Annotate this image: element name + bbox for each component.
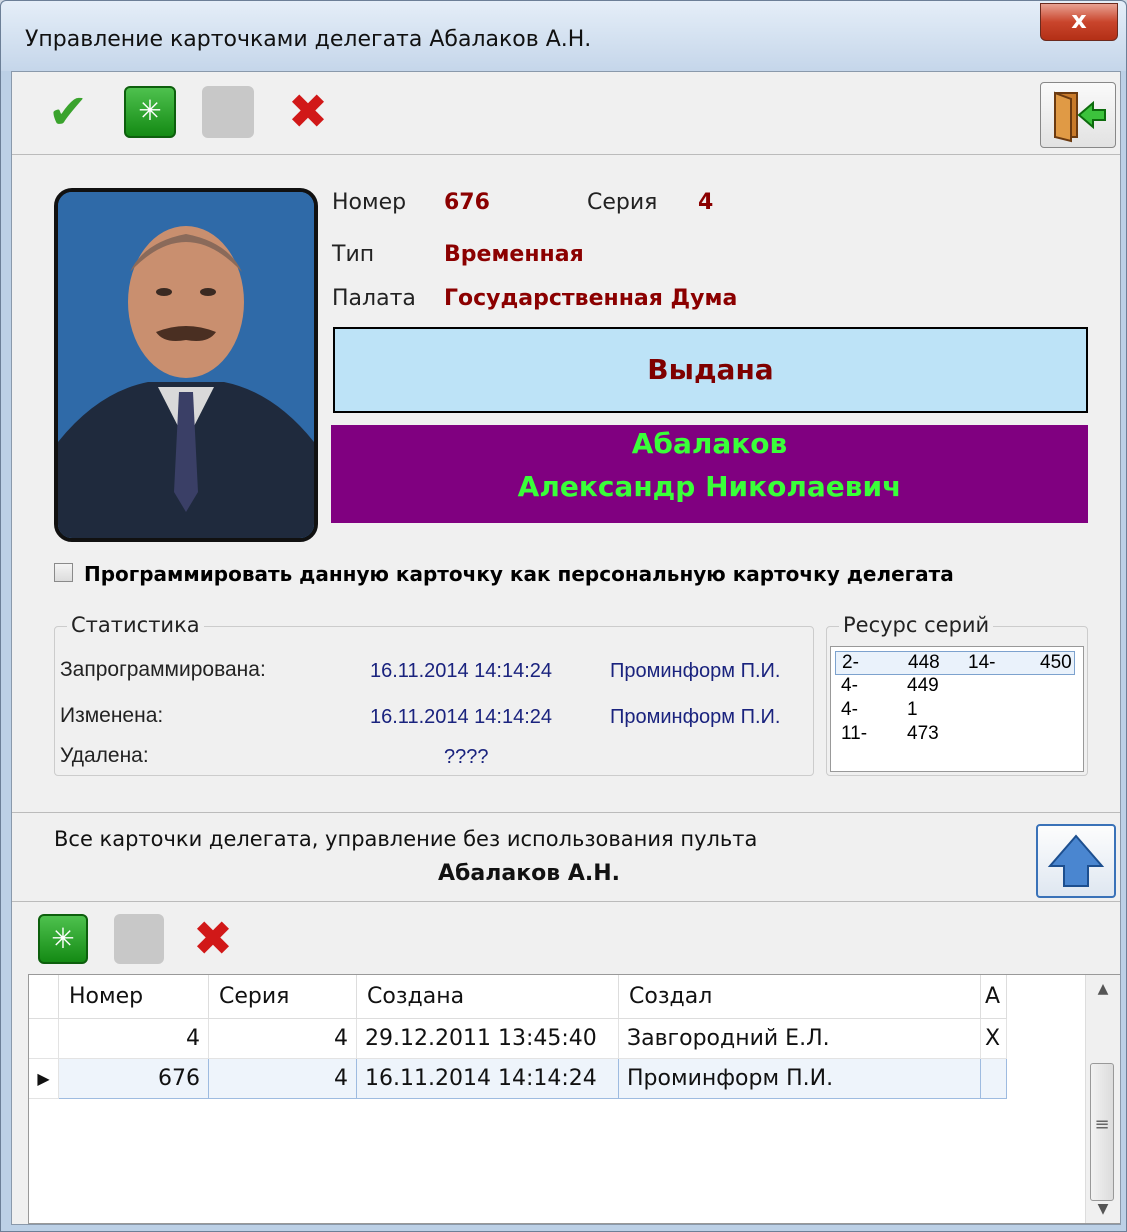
chamber-label: Палата — [332, 286, 416, 311]
arrow-up-icon — [1047, 834, 1105, 887]
col-header-creator[interactable]: Создал — [619, 975, 981, 1019]
series-count: 1 — [907, 699, 918, 720]
col-header-a[interactable]: A — [981, 975, 1007, 1019]
series-count: 473 — [907, 723, 939, 744]
stat-changed-label: Изменена: — [60, 704, 164, 727]
series-label: Серия — [587, 190, 658, 215]
col-header-series[interactable]: Серия — [209, 975, 357, 1019]
cell-created[interactable]: 29.12.2011 13:45:40 — [357, 1019, 619, 1059]
series-count-2: 450 — [1040, 652, 1072, 673]
row-selector[interactable] — [29, 1019, 59, 1059]
title-bar[interactable]: Управление карточками делегата Абалаков … — [1, 1, 1126, 71]
statistics-group: Статистика — [54, 613, 814, 776]
exit-button[interactable] — [1040, 82, 1116, 148]
statistics-title: Статистика — [67, 613, 204, 637]
series-count: 449 — [907, 675, 939, 696]
cell-number[interactable]: 4 — [59, 1019, 209, 1059]
row-header-corner — [29, 975, 59, 1019]
type-label: Тип — [332, 242, 375, 267]
client-area: ✔ ✳ ✖ Номер 676 Серия 4 Тип Временная Па… — [11, 71, 1121, 1225]
cell-number[interactable]: 676 — [59, 1059, 209, 1099]
series-resource-item[interactable]: 11- 473 — [835, 723, 1075, 747]
all-cards-delegate: Абалаков А.Н. — [438, 861, 620, 886]
delegate-surname: Абалаков — [631, 427, 788, 460]
cell-a[interactable] — [981, 1059, 1007, 1099]
card-status-box: Выдана — [333, 327, 1088, 413]
cell-series[interactable]: 4 — [209, 1019, 357, 1059]
col-header-number[interactable]: Номер — [59, 975, 209, 1019]
series-resource-item[interactable]: 2- 448 14- 450 — [835, 651, 1075, 675]
blank-button[interactable] — [114, 914, 164, 964]
series-resource-list[interactable]: 2- 448 14- 450 4- 449 4- 1 11- 473 — [830, 646, 1084, 772]
stat-changed-user: Проминформ П.И. — [610, 706, 781, 728]
cell-creator[interactable]: Завгородний Е.Л. — [619, 1019, 981, 1059]
program-personal-checkbox[interactable] — [54, 563, 73, 582]
exit-door-icon — [1054, 91, 1106, 143]
series-value: 4 — [698, 190, 714, 215]
series-resource-item[interactable]: 4- 1 — [835, 699, 1075, 723]
refresh-icon[interactable]: ✳ — [124, 86, 176, 138]
blank-button[interactable] — [202, 86, 254, 138]
stat-deleted-label: Удалена: — [60, 744, 149, 767]
cell-series[interactable]: 4 — [209, 1059, 357, 1099]
window-title: Управление карточками делегата Абалаков … — [25, 27, 592, 52]
close-button[interactable]: x — [1040, 3, 1118, 41]
col-header-created[interactable]: Создана — [357, 975, 619, 1019]
delegate-photo — [54, 188, 318, 542]
series-resource-title: Ресурс серий — [839, 613, 994, 637]
series-prefix: 4- — [841, 699, 858, 720]
stat-programmed-date: 16.11.2014 14:14:24 — [370, 660, 553, 682]
program-personal-label[interactable]: Программировать данную карточку как перс… — [84, 562, 954, 586]
chamber-value: Государственная Дума — [444, 286, 738, 311]
series-resource-item[interactable]: 4- 449 — [835, 675, 1075, 699]
close-icon: x — [1071, 6, 1087, 34]
cell-a[interactable]: X — [981, 1019, 1007, 1059]
cell-created[interactable]: 16.11.2014 14:14:24 — [357, 1059, 619, 1099]
stat-deleted-date: ???? — [444, 746, 489, 768]
stat-programmed-label: Запрограммирована: — [60, 658, 266, 681]
series-prefix: 4- — [841, 675, 858, 696]
number-label: Номер — [332, 190, 407, 215]
current-row-marker-icon[interactable]: ▶ — [29, 1059, 59, 1099]
delegate-name-box: Абалаков Александр Николаевич — [331, 425, 1088, 523]
scroll-down-arrow-icon[interactable]: ▼ — [1086, 1201, 1120, 1217]
series-count: 448 — [908, 652, 940, 673]
grip-icon: ≡ — [1094, 1114, 1110, 1135]
cell-creator[interactable]: Проминформ П.И. — [619, 1059, 981, 1099]
stat-programmed-user: Проминформ П.И. — [610, 660, 781, 682]
scroll-up-arrow-icon[interactable]: ▲ — [1086, 981, 1120, 997]
type-value: Временная — [444, 242, 584, 267]
collapse-up-button[interactable] — [1036, 824, 1116, 898]
delete-icon[interactable]: ✖ — [282, 86, 334, 138]
scroll-thumb[interactable]: ≡ — [1090, 1063, 1114, 1201]
series-prefix-2: 14- — [968, 652, 996, 673]
refresh-icon[interactable]: ✳ — [38, 914, 88, 964]
all-cards-panel: Все карточки делегата, управление без ис… — [12, 812, 1120, 902]
checkmark-icon[interactable]: ✔ — [42, 86, 94, 138]
cards-grid: Номер Серия Создана Создал A 4 4 29.12.2… — [28, 974, 1120, 1224]
number-value: 676 — [444, 190, 490, 215]
series-prefix: 11- — [841, 723, 868, 744]
vertical-scrollbar[interactable]: ▲ ≡ ▼ — [1085, 975, 1120, 1223]
stat-changed-date: 16.11.2014 14:14:24 — [370, 706, 553, 728]
top-toolbar: ✔ ✳ ✖ — [12, 72, 1120, 155]
delegate-given-names: Александр Николаевич — [517, 470, 902, 503]
delete-icon[interactable]: ✖ — [188, 914, 238, 964]
app-window: Управление карточками делегата Абалаков … — [0, 0, 1127, 1232]
series-prefix: 2- — [842, 652, 859, 673]
all-cards-caption: Все карточки делегата, управление без ис… — [54, 827, 758, 851]
